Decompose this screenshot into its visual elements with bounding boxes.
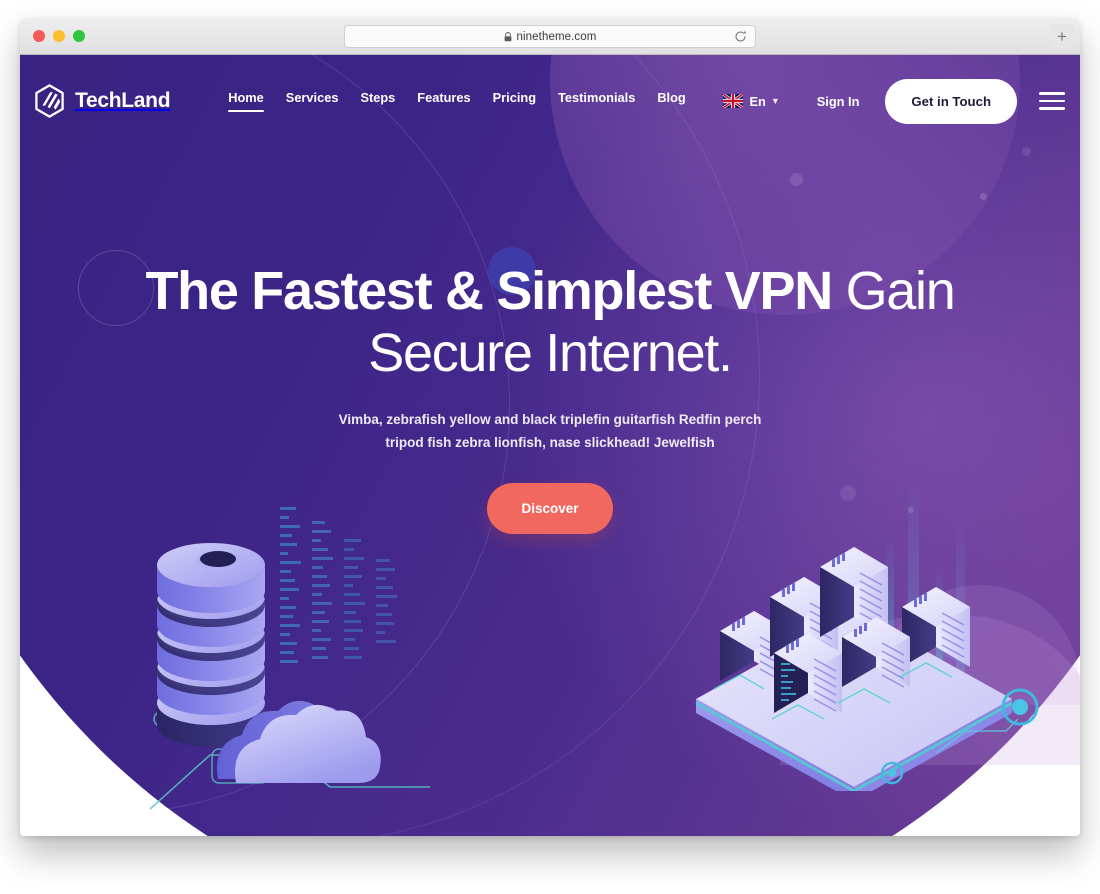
hamburger-line-1 xyxy=(1039,92,1065,95)
hero-headline: The Fastest & Simplest VPN Gain Secure I… xyxy=(20,261,1080,384)
window-controls xyxy=(33,30,85,42)
main-navbar: TechLand Home Services Steps Features Pr… xyxy=(20,55,1080,147)
hero-content: The Fastest & Simplest VPN Gain Secure I… xyxy=(20,261,1080,534)
new-tab-button[interactable]: + xyxy=(1050,24,1074,48)
page-viewport: TechLand Home Services Steps Features Pr… xyxy=(20,55,1080,836)
hexagon-stripes-logo-icon xyxy=(35,84,64,118)
lock-icon xyxy=(504,31,511,41)
language-selector[interactable]: En ▼ xyxy=(723,93,780,109)
uk-flag-icon xyxy=(723,94,744,108)
nav-link-blog[interactable]: Blog xyxy=(657,90,685,112)
close-window-button[interactable] xyxy=(33,30,45,42)
hero-subtitle-line-1: Vimba, zebrafish yellow and black triple… xyxy=(338,412,762,428)
headline-strong: The Fastest & Simplest VPN xyxy=(145,261,834,321)
language-label: En xyxy=(749,93,766,109)
nav-links: Home Services Steps Features Pricing Tes… xyxy=(228,90,686,112)
hero-cta-wrapper: Discover xyxy=(20,482,1080,534)
headline-light-1: Gain xyxy=(831,261,956,321)
nav-link-home[interactable]: Home xyxy=(228,90,264,112)
url-text: ninetheme.com xyxy=(516,30,597,43)
browser-titlebar: ninetheme.com + xyxy=(20,18,1080,55)
hero-subtitle: Vimba, zebrafish yellow and black triple… xyxy=(20,408,1080,454)
chevron-down-icon: ▼ xyxy=(770,96,780,106)
headline-light-2: Secure Internet. xyxy=(368,322,733,383)
hero-subtitle-line-2: tripod fish zebra lionfish, nase slickhe… xyxy=(385,435,715,451)
nav-link-services[interactable]: Services xyxy=(286,90,339,112)
navbar-right-group: En ▼ Sign In Get in Touch xyxy=(723,78,1067,124)
minimize-window-button[interactable] xyxy=(53,30,65,42)
brand-logo-link[interactable]: TechLand xyxy=(34,84,171,118)
maximize-window-button[interactable] xyxy=(73,30,85,42)
nav-link-pricing[interactable]: Pricing xyxy=(493,90,536,112)
hamburger-menu-icon[interactable] xyxy=(1039,92,1065,110)
browser-window: ninetheme.com + TechLand Home Services S… xyxy=(20,18,1080,836)
hamburger-line-2 xyxy=(1039,99,1065,103)
nav-link-features[interactable]: Features xyxy=(417,90,470,112)
discover-button[interactable]: Discover xyxy=(487,482,613,534)
reload-icon[interactable] xyxy=(734,30,747,43)
sign-in-link[interactable]: Sign In xyxy=(817,94,860,109)
nav-link-testimonials[interactable]: Testimonials xyxy=(558,90,635,112)
nav-link-steps[interactable]: Steps xyxy=(360,90,395,112)
hamburger-line-3 xyxy=(1039,107,1065,110)
brand-name: TechLand xyxy=(75,89,171,112)
get-in-touch-button[interactable]: Get in Touch xyxy=(885,78,1017,124)
desktop-background: ninetheme.com + TechLand Home Services S… xyxy=(0,0,1100,894)
address-bar[interactable]: ninetheme.com xyxy=(344,25,756,48)
